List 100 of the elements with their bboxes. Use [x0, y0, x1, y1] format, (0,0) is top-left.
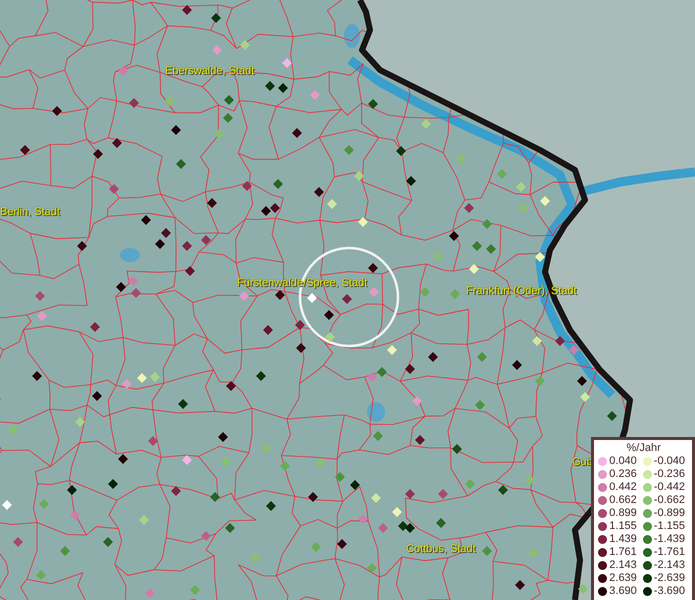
legend-label: 1.761 [609, 546, 637, 559]
data-point [368, 99, 378, 109]
data-point [242, 181, 252, 191]
data-point [315, 458, 325, 468]
data-point [577, 376, 587, 386]
data-point [128, 276, 138, 286]
legend-label: -0.040 [654, 455, 685, 468]
data-point [224, 95, 234, 105]
data-point [8, 425, 18, 435]
data-point [475, 400, 485, 410]
data-point [369, 287, 379, 297]
data-point [32, 371, 42, 381]
legend-label: 0.899 [609, 507, 637, 520]
data-point [263, 325, 273, 335]
data-point [607, 411, 617, 421]
legend-label: -0.442 [654, 481, 685, 494]
lake [367, 402, 385, 422]
data-point [482, 546, 492, 556]
data-point [335, 472, 345, 482]
data-point [371, 493, 381, 503]
data-point [35, 291, 45, 301]
lake [120, 248, 140, 262]
data-point [367, 563, 377, 573]
data-point [540, 196, 550, 206]
data-point [223, 113, 233, 123]
data-point [367, 372, 377, 382]
data-point [250, 553, 260, 563]
city-label: Berlin, Stadt [0, 206, 60, 218]
data-point [307, 293, 317, 303]
legend-label: -0.236 [654, 468, 685, 481]
data-point [13, 537, 23, 547]
data-point [373, 431, 383, 441]
data-point [182, 455, 192, 465]
legend-label: -2.639 [654, 572, 685, 585]
data-point [350, 480, 360, 490]
data-point [226, 381, 236, 391]
data-point [60, 546, 70, 556]
data-point [239, 291, 249, 301]
data-point [415, 435, 425, 445]
legend-label: 1.155 [609, 520, 637, 533]
legend-label: -2.143 [654, 559, 685, 572]
data-point [112, 138, 122, 148]
data-point [433, 251, 443, 261]
data-point [52, 106, 62, 116]
data-point [190, 585, 200, 595]
data-point [90, 322, 100, 332]
data-point [555, 336, 565, 346]
legend-label: 3.690 [609, 585, 637, 598]
data-point [256, 371, 266, 381]
data-point [178, 399, 188, 409]
data-point [201, 531, 211, 541]
data-point [171, 486, 181, 496]
data-point [185, 266, 195, 276]
data-point [337, 539, 347, 549]
data-point [176, 159, 186, 169]
data-point [207, 198, 217, 208]
data-point [472, 241, 482, 251]
data-point [486, 244, 496, 254]
data-point [528, 548, 538, 558]
data-point [578, 584, 588, 594]
data-point [344, 145, 354, 155]
data-point [292, 128, 302, 138]
data-point [358, 514, 368, 524]
data-point [354, 171, 364, 181]
data-point [212, 45, 222, 55]
data-point [387, 345, 397, 355]
data-point [512, 360, 522, 370]
data-point [452, 444, 462, 454]
data-point [449, 231, 459, 241]
data-point [469, 264, 479, 274]
data-point [240, 40, 250, 50]
data-point [20, 145, 30, 155]
lake [344, 24, 360, 48]
data-point [412, 396, 422, 406]
data-point [150, 372, 160, 382]
data-point [342, 294, 352, 304]
data-point [405, 364, 415, 374]
data-point [450, 289, 460, 299]
legend-label: 0.236 [609, 468, 637, 481]
data-point [406, 176, 416, 186]
data-point [378, 523, 388, 533]
data-point [377, 367, 387, 377]
data-point [118, 454, 128, 464]
data-point [535, 376, 545, 386]
data-point [428, 352, 438, 362]
data-point [569, 345, 579, 355]
data-point [405, 489, 415, 499]
data-point [420, 287, 430, 297]
data-point [464, 203, 474, 213]
data-point [368, 263, 378, 273]
data-point [109, 184, 119, 194]
data-point [145, 588, 155, 598]
data-point [518, 203, 528, 213]
data-point [75, 417, 85, 427]
data-point [438, 489, 448, 499]
data-point [324, 310, 334, 320]
data-point [282, 58, 292, 68]
legend-label: 0.040 [609, 455, 637, 468]
legend-label: 0.662 [609, 494, 637, 507]
data-point [70, 510, 80, 520]
